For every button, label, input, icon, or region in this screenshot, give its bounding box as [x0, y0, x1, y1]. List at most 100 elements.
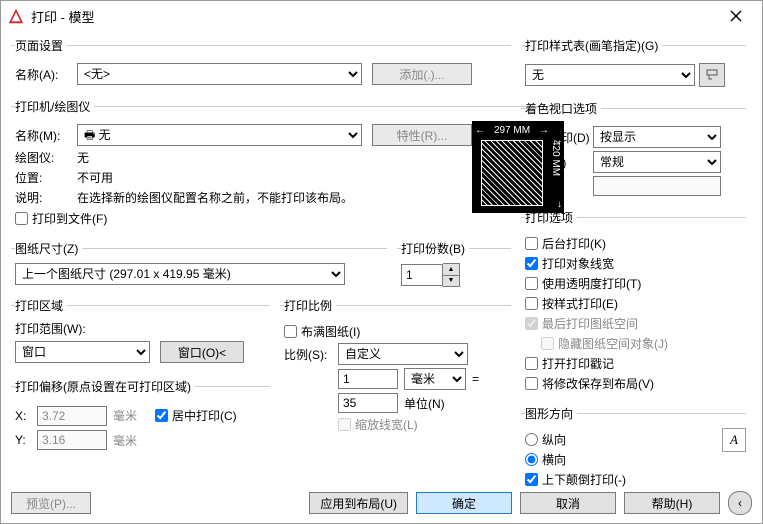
opt-hide-paperspace-checkbox — [541, 337, 554, 350]
plot-style-select[interactable]: 无 — [525, 64, 695, 86]
opt-save-layout-checkbox[interactable] — [525, 377, 538, 390]
dialog-footer: 预览(P)... 应用到布局(U) 确定 取消 帮助(H) ‹ — [11, 491, 752, 515]
opt-save-layout-label: 将修改保存到布局(V) — [542, 375, 654, 392]
fit-to-paper-label: 布满图纸(I) — [301, 323, 360, 340]
page-setup-add-button[interactable]: 添加(.)... — [372, 63, 472, 85]
opt-background-label: 后台打印(K) — [542, 235, 606, 252]
cancel-button[interactable]: 取消 — [520, 492, 616, 514]
shaded-viewport-legend: 着色视口选项 — [525, 100, 601, 117]
upside-down-label: 上下颠倒打印(-) — [542, 471, 626, 488]
copies-input[interactable] — [401, 264, 443, 286]
preview-button[interactable]: 预览(P)... — [11, 492, 91, 514]
opt-paperspace-last-checkbox — [525, 317, 538, 330]
printer-name-select[interactable]: 🖶 无 — [77, 124, 362, 146]
plot-to-file-checkbox[interactable] — [15, 212, 28, 225]
opt-lineweights-checkbox[interactable] — [525, 257, 538, 270]
description-value: 在选择新的绘图仪配置名称之前，不能打印该布局。 — [77, 189, 353, 206]
paper-height-label: 420 MM — [551, 140, 561, 176]
fit-to-paper-checkbox[interactable] — [284, 325, 297, 338]
opt-background-checkbox[interactable] — [525, 237, 538, 250]
scale-unit-select[interactable]: 毫米 — [404, 368, 466, 390]
upside-down-checkbox[interactable] — [525, 473, 538, 486]
close-button[interactable] — [716, 1, 756, 31]
page-setup-group: 页面设置 名称(A): <无> 添加(.)... — [11, 37, 511, 90]
plot-area-legend: 打印区域 — [15, 297, 67, 314]
offset-y-label: Y: — [15, 433, 37, 447]
plot-style-group: 打印样式表(画笔指定)(G) 无 — [521, 37, 746, 92]
paper-size-select[interactable]: 上一个图纸尺寸 (297.01 x 419.95 毫米) — [15, 263, 345, 285]
printer-legend: 打印机/绘图仪 — [15, 98, 94, 115]
print-dialog: 打印 - 模型 页面设置 名称(A): <无> 添加(.)... — [0, 0, 763, 524]
opt-hide-paperspace-label: 隐藏图纸空间对象(J) — [558, 335, 668, 352]
offset-y-input — [37, 430, 107, 450]
page-setup-legend: 页面设置 — [15, 37, 67, 54]
paper-size-legend: 图纸尺寸(Z) — [15, 240, 82, 257]
landscape-radio[interactable] — [525, 453, 538, 466]
center-plot-checkbox[interactable] — [155, 409, 168, 422]
printer-name-label: 名称(M): — [15, 127, 77, 144]
opt-lineweights-label: 打印对象线宽 — [542, 255, 614, 272]
opt-plotstyles-label: 按样式打印(E) — [542, 295, 618, 312]
page-setup-name-select[interactable]: <无> — [77, 63, 362, 85]
opt-stamp-label: 打开打印戳记 — [542, 355, 614, 372]
help-button[interactable]: 帮助(H) — [624, 492, 720, 514]
quality-select[interactable]: 常规 — [593, 151, 721, 173]
paper-hatch — [481, 140, 543, 206]
window-title: 打印 - 模型 — [31, 7, 716, 26]
dialog-body: 页面设置 名称(A): <无> 添加(.)... 打印机/绘图仪 名称( — [1, 31, 762, 523]
offset-x-input — [37, 406, 107, 426]
plotter-value: 无 — [77, 149, 89, 166]
arrow-right-icon: → — [539, 125, 549, 136]
close-icon — [730, 10, 742, 22]
paper-preview: ← 297 MM → ↑ 420 MM ↓ — [472, 121, 564, 213]
center-plot-label: 居中打印(C) — [172, 407, 237, 424]
location-value: 不可用 — [77, 169, 113, 186]
dpi-input — [593, 176, 721, 196]
scale-select[interactable]: 自定义 — [338, 343, 468, 365]
plot-area-select[interactable]: 窗口 — [15, 341, 150, 363]
window-pick-button[interactable]: 窗口(O)< — [160, 341, 244, 363]
page-setup-name-label: 名称(A): — [15, 66, 77, 83]
scale-lineweights-checkbox — [338, 418, 351, 431]
offset-x-unit: 毫米 — [113, 407, 137, 424]
shade-plot-select[interactable]: 按显示 — [593, 126, 721, 148]
spinner-down-icon[interactable]: ▼ — [443, 276, 459, 287]
spinner-up-icon[interactable]: ▲ — [443, 264, 459, 276]
plot-scale-legend: 打印比例 — [284, 297, 336, 314]
landscape-label: 横向 — [542, 451, 566, 468]
opt-transparency-label: 使用透明度打印(T) — [542, 275, 641, 292]
scale-unit-input[interactable] — [338, 393, 398, 413]
plot-offset-legend: 打印偏移(原点设置在可打印区域) — [15, 378, 195, 395]
opt-transparency-checkbox[interactable] — [525, 277, 538, 290]
copies-legend: 打印份数(B) — [401, 240, 469, 257]
apply-to-layout-button[interactable]: 应用到布局(U) — [309, 492, 408, 514]
orientation-icon: A — [722, 428, 746, 452]
copies-spinner[interactable]: ▲▼ — [401, 263, 460, 287]
paper-size-group: 图纸尺寸(Z) 上一个图纸尺寸 (297.01 x 419.95 毫米) — [11, 240, 387, 289]
opt-paperspace-last-label: 最后打印图纸空间 — [542, 315, 638, 332]
copies-group: 打印份数(B) ▲▼ — [397, 240, 511, 289]
portrait-radio[interactable] — [525, 433, 538, 446]
plot-style-edit-button[interactable] — [699, 63, 725, 87]
orientation-legend: 图形方向 — [525, 405, 577, 422]
plot-options-group: 打印选项 后台打印(K) 打印对象线宽 使用透明度打印(T) 按样式打印(E) … — [521, 209, 746, 397]
plotter-label: 绘图仪: — [15, 149, 77, 166]
offset-y-unit: 毫米 — [113, 432, 137, 449]
opt-stamp-checkbox[interactable] — [525, 357, 538, 370]
titlebar: 打印 - 模型 — [1, 1, 762, 31]
equals-label: = — [472, 372, 479, 386]
plot-style-legend: 打印样式表(画笔指定)(G) — [525, 37, 662, 54]
ok-button[interactable]: 确定 — [416, 492, 512, 514]
printer-properties-button[interactable]: 特性(R)... — [372, 124, 472, 146]
arrow-down-icon: ↓ — [557, 199, 562, 210]
opt-plotstyles-checkbox[interactable] — [525, 297, 538, 310]
portrait-label: 纵向 — [542, 431, 566, 448]
plot-to-file-label: 打印到文件(F) — [32, 210, 107, 227]
autocad-icon — [7, 7, 25, 25]
collapse-button[interactable]: ‹ — [728, 491, 752, 515]
unit-n-label: 单位(N) — [404, 395, 466, 412]
plot-area-what-label: 打印范围(W): — [15, 322, 86, 336]
scale-mm-input[interactable] — [338, 369, 398, 389]
description-label: 说明: — [15, 189, 77, 206]
scale-lineweights-label: 缩放线宽(L) — [355, 416, 418, 433]
